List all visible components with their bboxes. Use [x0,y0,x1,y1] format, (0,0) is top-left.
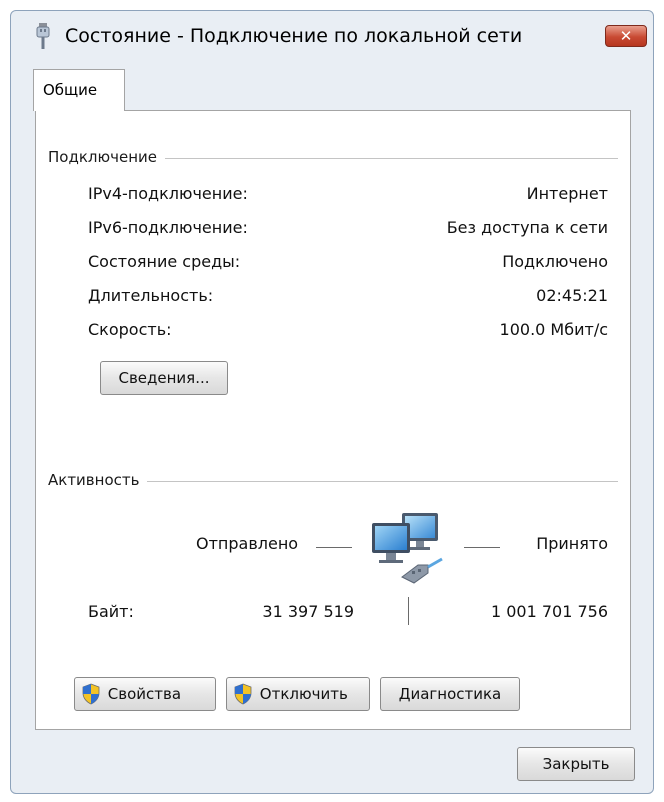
close-icon: ✕ [619,27,633,45]
bytes-label: Байт: [88,602,134,621]
activity-group-label: Активность [48,471,148,489]
bytes-separator [408,597,409,625]
sent-connector-line [316,547,352,548]
status-dialog: Состояние - Подключение по локальной сет… [10,10,654,794]
speed-label: Скорость: [88,320,172,339]
tab-panel-general: Подключение IPv4-подключение: Интернет I… [35,110,631,730]
uac-shield-icon [82,683,100,705]
network-cable-icon [36,23,50,49]
ipv6-label: IPv6-подключение: [88,218,248,237]
properties-button-label: Свойства [107,685,182,703]
details-button-label: Сведения... [118,369,210,387]
close-button-label: Закрыть [542,755,610,773]
ipv4-value: Интернет [526,184,608,203]
duration-value: 02:45:21 [536,286,608,305]
details-button[interactable]: Сведения... [100,361,228,395]
diagnose-button-label: Диагностика [398,685,502,703]
network-computers-icon [372,513,443,584]
ipv6-value: Без доступа к сети [446,218,608,237]
received-connector-line [464,547,500,548]
bytes-received-value: 1 001 701 756 [490,602,608,621]
window-title: Состояние - Подключение по локальной сет… [65,25,523,47]
duration-label: Длительность: [88,286,214,305]
close-window-button[interactable]: ✕ [605,25,647,47]
disconnect-button-label: Отключить [259,685,348,703]
bytes-sent-value: 31 397 519 [262,602,354,621]
connection-group-label: Подключение [48,148,165,166]
received-label: Принято [536,534,608,553]
close-button[interactable]: Закрыть [517,747,635,781]
title-bar[interactable]: Состояние - Подключение по локальной сет… [11,11,653,59]
sent-label: Отправлено [196,534,299,553]
diagnose-button[interactable]: Диагностика [380,677,520,711]
properties-button[interactable]: Свойства [74,677,216,711]
tab-general[interactable]: Общие [33,69,125,111]
uac-shield-icon [234,683,252,705]
speed-value: 100.0 Мбит/с [499,320,608,339]
disconnect-button[interactable]: Отключить [226,677,370,711]
media-state-value: Подключено [502,252,608,271]
ipv4-label: IPv4-подключение: [88,184,248,203]
media-state-label: Состояние среды: [88,252,241,271]
